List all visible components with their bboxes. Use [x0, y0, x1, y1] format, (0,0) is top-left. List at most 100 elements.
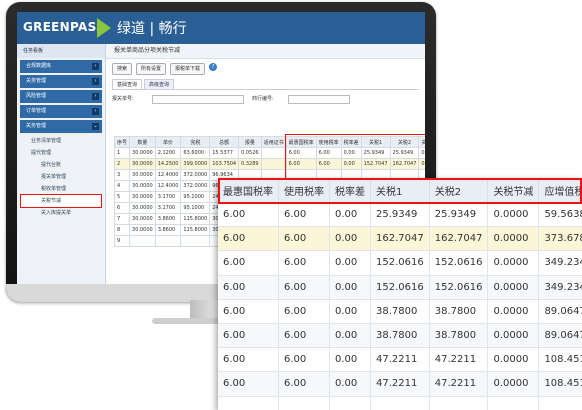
chevron-right-icon[interactable]: ›: [92, 93, 99, 100]
column-header: 总额: [209, 136, 240, 148]
sidebar-subitem-proxy[interactable]: 提代管理: [17, 147, 105, 159]
sidebar-item-label: 合规数据库: [26, 63, 52, 69]
table-cell: 9: [113, 235, 131, 247]
query-tabs: 基础查询 高级查询: [112, 79, 419, 90]
column-header: 适用证书: [260, 136, 287, 148]
table-row[interactable]: 6.006.000.0038.780038.78000.000089.06478…: [218, 299, 582, 324]
brand-separator: |: [149, 21, 155, 37]
table-cell: 6.00: [278, 275, 330, 300]
table-cell: 12.4000: [154, 169, 182, 181]
table-cell: 373.6784: [538, 226, 582, 252]
table-cell: 115.8000: [180, 224, 211, 236]
sidebar-item-customs-affairs[interactable]: 关务管理 ⌄: [20, 120, 102, 133]
table-cell: 30.0000: [129, 147, 156, 159]
table-row[interactable]: 6.00 6.00 0.00 162.7047 162.7047 0.0000 373.67…: [218, 226, 582, 252]
download-button[interactable]: 报税单下载: [170, 63, 206, 75]
table-cell: 12.4000: [154, 180, 182, 192]
table-cell: 0.0000: [487, 299, 540, 324]
table-cell: 1: [113, 147, 131, 159]
table-cell: 30.0000: [129, 202, 156, 214]
sidebar-subitem-business-list[interactable]: 业务清单管理: [17, 135, 105, 147]
chevron-down-icon[interactable]: ⌄: [92, 123, 99, 130]
help-icon[interactable]: ?: [209, 63, 218, 71]
table-cell: [487, 396, 540, 410]
table-cell: 152.0616: [370, 275, 430, 300]
table-row[interactable]: 6.006.000.0047.221147.22110.0000108.4510…: [218, 347, 582, 373]
sidebar-item-label: 关务管理: [26, 123, 47, 129]
zoomed-tax-table: 最惠国税率使用税率税率差关税1关税2关税节减应增值税后增 6.006.000.0…: [218, 178, 582, 410]
tab-basic-query[interactable]: 基础查询: [112, 79, 143, 89]
sidebar-item-risk[interactable]: 风险管理 ›: [20, 90, 102, 103]
table-cell: [260, 158, 287, 170]
brand-name-part2: 畅行: [158, 21, 187, 37]
sidebar-subitem-tax-bill[interactable]: 税收单管理: [17, 183, 105, 195]
chevron-right-icon[interactable]: ›: [92, 63, 99, 70]
table-cell: 399.0000: [180, 158, 211, 170]
table-cell: 30.0000: [129, 169, 156, 181]
sidebar-item-compliance-db[interactable]: 合规数据库 ›: [20, 60, 102, 73]
table-cell: [180, 235, 211, 247]
table-cell: 8: [113, 224, 131, 236]
tab-advanced-query[interactable]: 高级查询: [144, 79, 175, 89]
table-cell: 3: [113, 169, 131, 181]
sidebar-subitem-declaration[interactable]: 报关单管理: [17, 171, 105, 183]
table-cell: 38.7800: [370, 299, 430, 324]
table-cell: 0.0000: [487, 202, 540, 228]
table-cell: 0.0000: [487, 323, 540, 349]
merchant-no-input[interactable]: [288, 95, 350, 104]
table-cell: 3.1700: [154, 191, 182, 203]
table-cell: 108.4510: [538, 371, 582, 397]
sidebar-subitem-tariff-savings[interactable]: 关税节减: [20, 194, 102, 208]
table-cell: 0.00: [329, 323, 371, 349]
sidebar-header[interactable]: 任务看板: [17, 44, 105, 58]
search-button[interactable]: 搜索: [112, 63, 133, 75]
table-cell: [278, 396, 330, 410]
table-cell: 3.8600: [154, 224, 182, 236]
table-cell: 30.0000: [129, 180, 156, 192]
table-cell: 3.1700: [154, 202, 182, 214]
table-cell: 89.0647: [538, 323, 582, 349]
table-cell: 6.00: [218, 347, 279, 373]
table-cell: 349.2348: [538, 275, 582, 300]
sidebar-subitem-proxy-ledger[interactable]: 提代台账: [17, 159, 105, 171]
table-row[interactable]: 6.006.000.0047.221147.22110.0000108.4510…: [218, 371, 582, 397]
logo-text: GREENPASS: [23, 20, 105, 34]
table-cell: 6.00: [278, 299, 330, 324]
column-header: 序号: [113, 136, 131, 148]
table-cell: 0.00: [329, 347, 371, 373]
chevron-right-icon[interactable]: ›: [92, 108, 99, 115]
top-bar: GREENPASS 绿道 | 畅行: [17, 12, 425, 44]
table-cell: 38.7800: [429, 323, 489, 349]
sidebar-item-orders[interactable]: 订单管理 ›: [20, 105, 102, 118]
table-cell: 30.0000: [129, 213, 156, 225]
table-cell: 3.8600: [154, 213, 182, 225]
table-cell: 0.0000: [487, 250, 540, 276]
table-cell: 6.00: [218, 275, 279, 300]
table-row[interactable]: 6.006.000.0038.780038.78000.000089.06478…: [218, 323, 582, 349]
table-row[interactable]: 6.00 6.00 0.00 152.0616 152.0616 0.0000 349.23…: [218, 275, 582, 300]
annotation-red-box: [285, 134, 425, 180]
table-cell: 30.0000: [129, 158, 156, 170]
sidebar-item-customs[interactable]: 关务管理 ›: [20, 75, 102, 88]
logo-arrow-icon: [97, 18, 111, 38]
table-cell: 30.0000: [129, 191, 156, 203]
table-cell: 6.00: [278, 323, 330, 349]
declaration-no-input[interactable]: [152, 95, 244, 104]
table-cell: 372.0000: [180, 180, 211, 192]
table-cell: 4: [113, 180, 131, 192]
table-cell: [260, 147, 287, 159]
chevron-right-icon[interactable]: ›: [92, 78, 99, 85]
breadcrumb: 报关单商品分项关税节减: [106, 44, 425, 59]
table-cell: 25.9349: [429, 202, 489, 228]
table-row[interactable]: 6.006.000.0025.934925.93490.000059.56385…: [218, 202, 582, 228]
table-cell: [218, 396, 279, 410]
table-row[interactable]: 6.00 6.00 0.00 152.0616 152.0616 0.0000 349.23…: [218, 250, 582, 276]
table-cell: 0.00: [329, 250, 371, 276]
table-cell: 7: [113, 213, 131, 225]
table-cell: 6.00: [278, 250, 330, 276]
table-cell: 152.0616: [429, 250, 489, 276]
settings-button[interactable]: 所有设置: [136, 63, 167, 75]
column-header: 数量: [129, 136, 156, 148]
table-row[interactable]: [218, 396, 582, 410]
sidebar-subitem-warehouse-entry[interactable]: 关入库提关单: [17, 207, 105, 219]
